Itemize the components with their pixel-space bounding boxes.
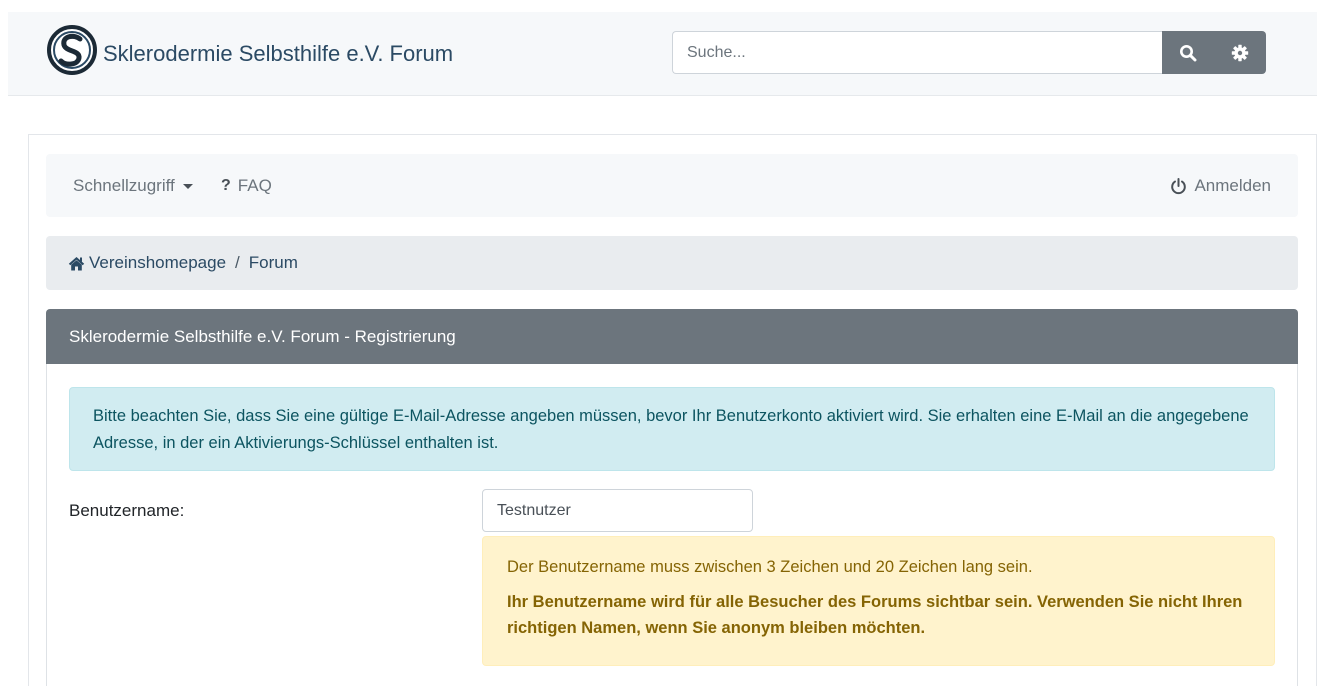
info-alert-text: Bitte beachten Sie, dass Sie eine gültig… [93, 407, 1249, 452]
search-input[interactable] [672, 31, 1163, 74]
site-title[interactable]: Sklerodermie Selbsthilfe e.V. Forum [103, 41, 453, 67]
settings-button[interactable] [1214, 31, 1266, 74]
search-button-group [1162, 31, 1266, 74]
info-alert: Bitte beachten Sie, dass Sie eine gültig… [69, 387, 1275, 471]
caret-down-icon [182, 183, 193, 189]
registration-panel-header: Sklerodermie Selbsthilfe e.V. Forum - Re… [46, 309, 1298, 364]
faq-label: FAQ [237, 176, 272, 195]
breadcrumb: Vereinshomepage / Forum [46, 236, 1298, 290]
username-length-hint: Der Benutzername muss zwischen 3 Zeichen… [507, 558, 1033, 576]
question-icon: ? [221, 177, 231, 194]
search-button[interactable] [1162, 31, 1214, 74]
home-icon [68, 256, 85, 270]
gear-icon [1231, 44, 1249, 61]
username-input[interactable] [482, 489, 753, 532]
breadcrumb-separator: / [235, 253, 240, 272]
panel-title: Sklerodermie Selbsthilfe e.V. Forum - Re… [69, 326, 456, 346]
breadcrumb-forum-label: Forum [248, 253, 298, 272]
quick-access-menu[interactable]: Schnellzugriff [73, 176, 193, 196]
quick-access-label: Schnellzugriff [73, 176, 175, 195]
breadcrumb-forum[interactable]: Forum [249, 253, 298, 273]
login-label: Anmelden [1194, 176, 1271, 195]
login-link[interactable]: Anmelden [1170, 176, 1271, 196]
logo-s-icon[interactable] [46, 24, 98, 76]
site-header: Sklerodermie Selbsthilfe e.V. Forum [8, 12, 1317, 96]
breadcrumb-home[interactable]: Vereinshomepage [68, 253, 226, 273]
username-warning-alert: Der Benutzername muss zwischen 3 Zeichen… [482, 536, 1275, 666]
username-label: Benutzername: [69, 501, 185, 520]
power-icon [1171, 177, 1187, 194]
username-visibility-warning: Ihr Benutzername wird für alle Besucher … [507, 593, 1243, 637]
nav-bar: Schnellzugriff ? FAQ Anmelden [46, 154, 1298, 217]
breadcrumb-home-label: Vereinshomepage [89, 253, 227, 272]
search-icon [1180, 44, 1197, 61]
faq-link[interactable]: ? FAQ [221, 176, 272, 196]
